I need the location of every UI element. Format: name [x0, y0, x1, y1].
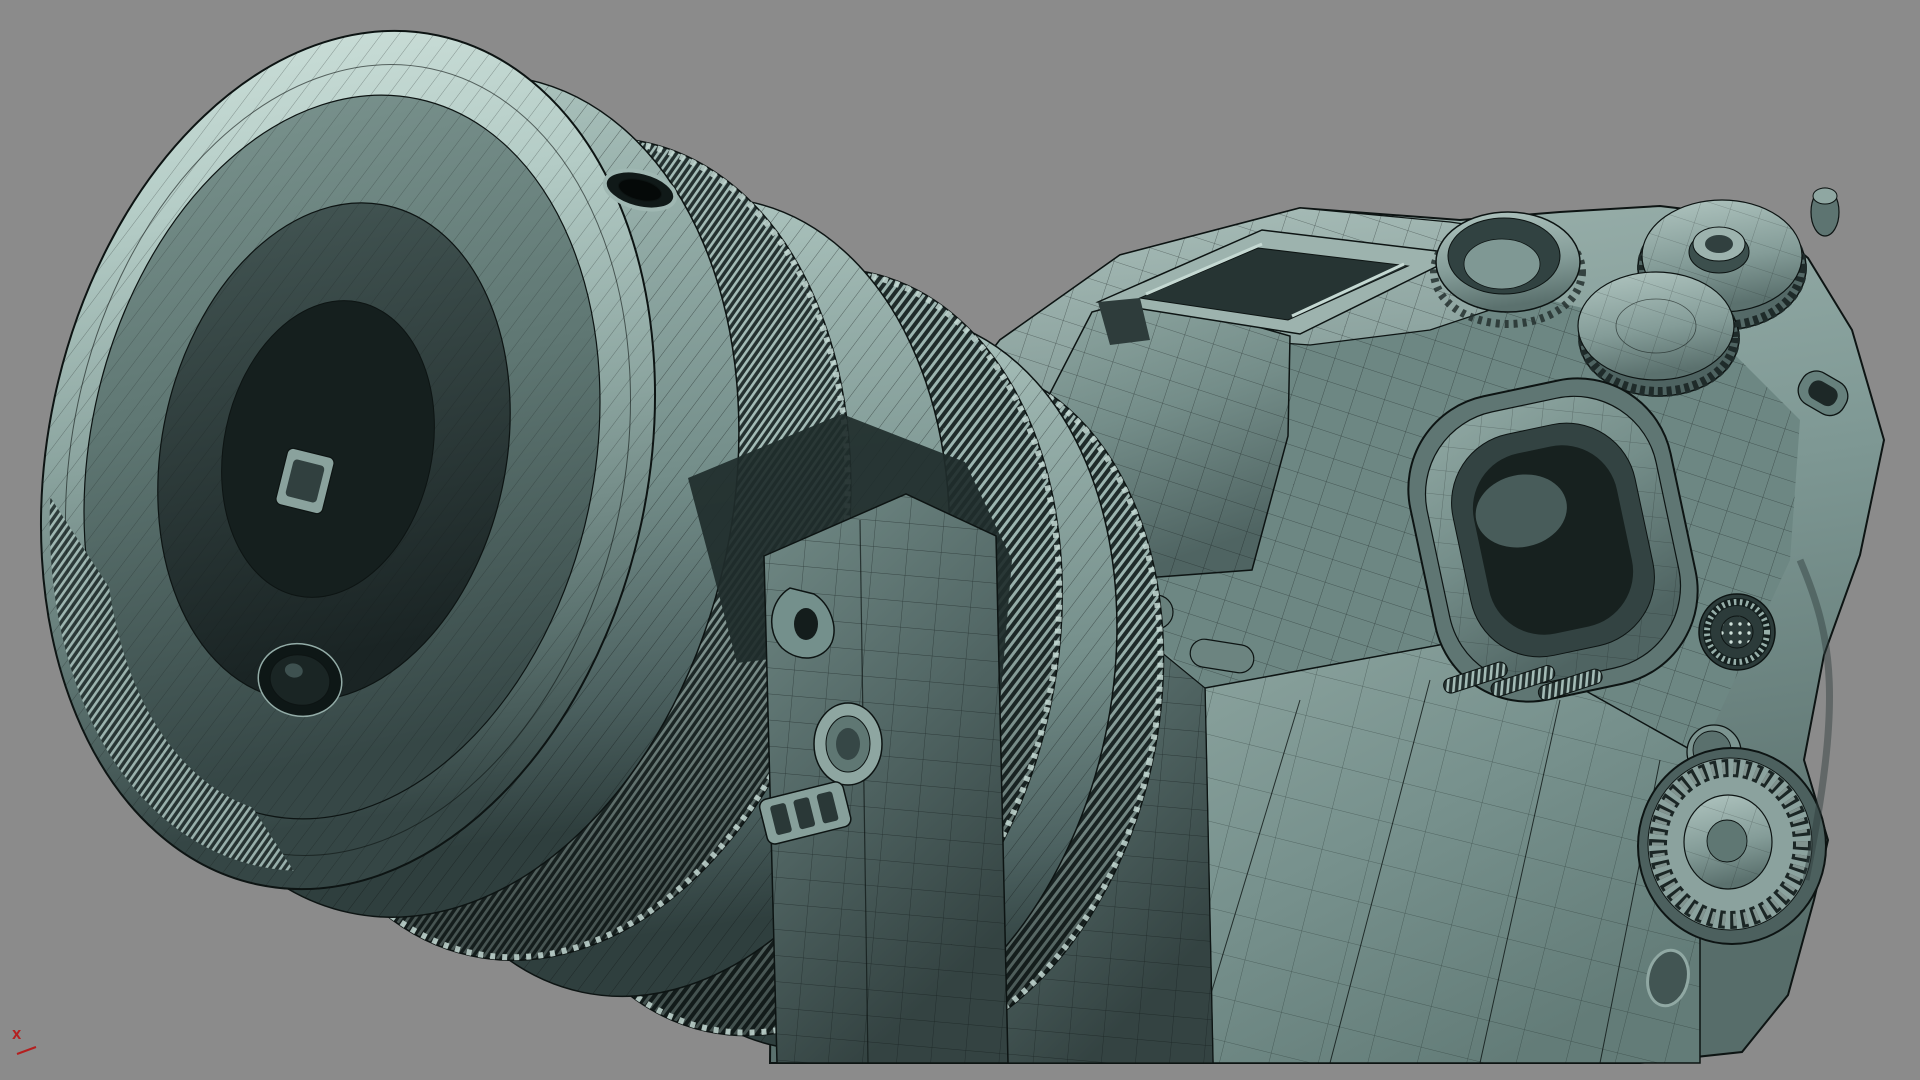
camera-model-render [0, 0, 1886, 1080]
lens-group[interactable] [0, 0, 1226, 1080]
front-plate-wires [764, 494, 1008, 1063]
joystick [1698, 593, 1776, 671]
rear-control-wheel [1637, 747, 1827, 945]
wheel-center-button [1706, 819, 1748, 863]
exposure-comp-dial [1577, 271, 1740, 397]
lens-release-button [813, 702, 883, 786]
3d-viewport[interactable]: X [0, 0, 1920, 1080]
